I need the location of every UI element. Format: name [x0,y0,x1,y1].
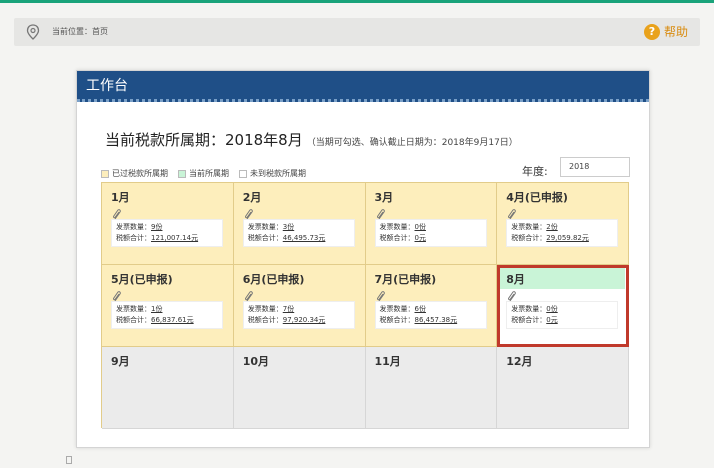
invoice-count-value: 2份 [546,223,558,231]
month-grid: 1月 发票数量：9份 税额合计：121,007.14元 2月 发票数量：3份 税… [101,182,629,429]
invoice-count-value: 0份 [414,223,426,231]
tax-period-note: （当期可勾选、确认截止日期为：2018年9月17日） [306,138,518,148]
tax-total-value: 66,837.61元 [151,316,194,324]
invoice-count-value: 7份 [282,305,295,313]
tax-period-heading: 当前税款所属期：2018年8月 （当期可勾选、确认截止日期为：2018年9月17日… [105,129,518,150]
tax-total-label: 税额合计： [116,316,151,324]
panel-title: 工作台 [86,78,128,94]
month-cell-nov: 11月 [365,347,498,429]
invoice-count-value: 1份 [151,305,163,313]
invoice-count-label: 发票数量： [116,305,151,313]
invoice-summary: 发票数量：6份 税额合计：86,457.38元 [374,301,487,329]
year-select[interactable]: 2018 [560,157,630,177]
month-title: 9月 [111,355,130,368]
legend-label-future: 未到税款所属期 [250,169,306,178]
tax-total-label: 税额合计： [116,234,151,242]
legend-item-future: 未到税款所属期 [239,168,306,179]
month-title: 6月(已申报) [242,273,305,286]
month-cell-feb[interactable]: 2月 发票数量：3份 税额合计：46,495.73元 [233,183,366,265]
panel-header: 工作台 [77,71,649,102]
tax-total-value: 0元 [546,316,558,324]
month-title: 10月 [242,355,270,368]
year-label: 年度: [522,165,548,178]
month-title: 7月(已申报) [374,273,437,286]
month-cell-apr[interactable]: 4月(已申报) 发票数量：2份 税额合计：29,059.82元 [497,183,629,265]
month-cell-mar[interactable]: 3月 发票数量：0份 税额合计：0元 [365,183,498,265]
help-button[interactable]: ? 帮助 [643,23,688,40]
legend-swatch-past [101,169,109,178]
month-cell-jun[interactable]: 6月(已申报) 发票数量：7份 税额合计：97,920.34元 [233,265,366,347]
month-cell-oct: 10月 [233,347,366,429]
invoice-count-value: 6份 [414,305,426,313]
invoice-summary: 发票数量：0份 税额合计：0元 [506,301,619,329]
tax-total-label: 税额合计： [247,234,283,242]
month-cell-sep: 9月 [102,347,234,429]
invoice-count-label: 发票数量： [379,305,415,313]
month-title: 2月 [242,191,262,204]
month-cell-may[interactable]: 5月(已申报) 发票数量：1份 税额合计：66,837.61元 [102,265,234,347]
top-accent-line [0,0,714,3]
legend-swatch-future [239,169,247,178]
month-cell-jul[interactable]: 7月(已申报) 发票数量：6份 税额合计：86,457.38元 [365,265,498,347]
month-title: 8月 [500,268,625,289]
invoice-summary: 发票数量：1份 税额合计：66,837.61元 [111,301,223,329]
legend-item-current: 当前所属期 [178,168,229,179]
invoice-summary: 发票数量：9份 税额合计：121,007.14元 [111,219,223,247]
help-label: 帮助 [663,25,688,39]
invoice-count-label: 发票数量： [511,305,547,313]
legend-label-current: 当前所属期 [189,169,229,178]
tax-total-label: 税额合计： [247,316,283,324]
invoice-summary: 发票数量：2份 税额合计：29,059.82元 [506,219,619,247]
legend-swatch-current [178,169,186,178]
month-cell-aug[interactable]: 8月 发票数量：0份 税额合计：0元 [497,265,629,347]
legend: 已过税款所属期 当前所属期 未到税款所属期 [101,168,306,179]
month-title: 12月 [506,355,533,368]
invoice-count-label: 发票数量： [247,223,283,231]
invoice-count-value: 3份 [282,223,295,231]
invoice-summary: 发票数量：7份 税额合计：97,920.34元 [242,301,355,329]
month-title: 5月(已申报) [111,273,173,286]
invoice-summary: 发票数量：3份 税额合计：46,495.73元 [242,219,355,247]
month-cell-dec: 12月 [497,347,629,429]
tax-total-label: 税额合计： [511,234,547,242]
tax-total-value: 97,920.34元 [282,316,326,324]
month-title: 1月 [111,191,130,204]
location-pin-icon [26,24,40,40]
tax-total-value: 0元 [414,234,426,242]
month-cell-jan[interactable]: 1月 发票数量：9份 税额合计：121,007.14元 [102,183,234,265]
month-title: 11月 [374,355,401,368]
help-question-icon: ? [643,23,660,40]
legend-label-past: 已过税款所属期 [112,169,168,178]
invoice-count-label: 发票数量： [511,223,547,231]
scroll-marker-icon [66,456,72,464]
tax-total-label: 税额合计： [379,234,415,242]
legend-item-past: 已过税款所属期 [101,168,168,179]
tax-total-value: 86,457.38元 [414,316,458,324]
workbench-panel: 工作台 当前税款所属期：2018年8月 （当期可勾选、确认截止日期为：2018年9… [76,70,650,448]
tax-total-label: 税额合计： [379,316,415,324]
invoice-count-label: 发票数量： [379,223,415,231]
invoice-count-label: 发票数量： [247,305,283,313]
tax-total-value: 29,059.82元 [546,234,589,242]
breadcrumb: 当前位置：首页 [52,27,108,36]
tax-period-main: 当前税款所属期：2018年8月 [105,131,303,149]
month-title: 3月 [374,191,394,204]
invoice-count-label: 发票数量： [116,223,151,231]
tax-total-label: 税额合计： [511,316,547,324]
tax-total-value: 46,495.73元 [282,234,326,242]
tax-total-value: 121,007.14元 [151,234,199,242]
invoice-count-value: 0份 [546,305,558,313]
location-bar: 当前位置：首页 ? 帮助 [14,18,700,46]
invoice-summary: 发票数量：0份 税额合计：0元 [374,219,487,247]
invoice-count-value: 9份 [151,223,163,231]
month-title: 4月(已申报) [506,191,568,204]
